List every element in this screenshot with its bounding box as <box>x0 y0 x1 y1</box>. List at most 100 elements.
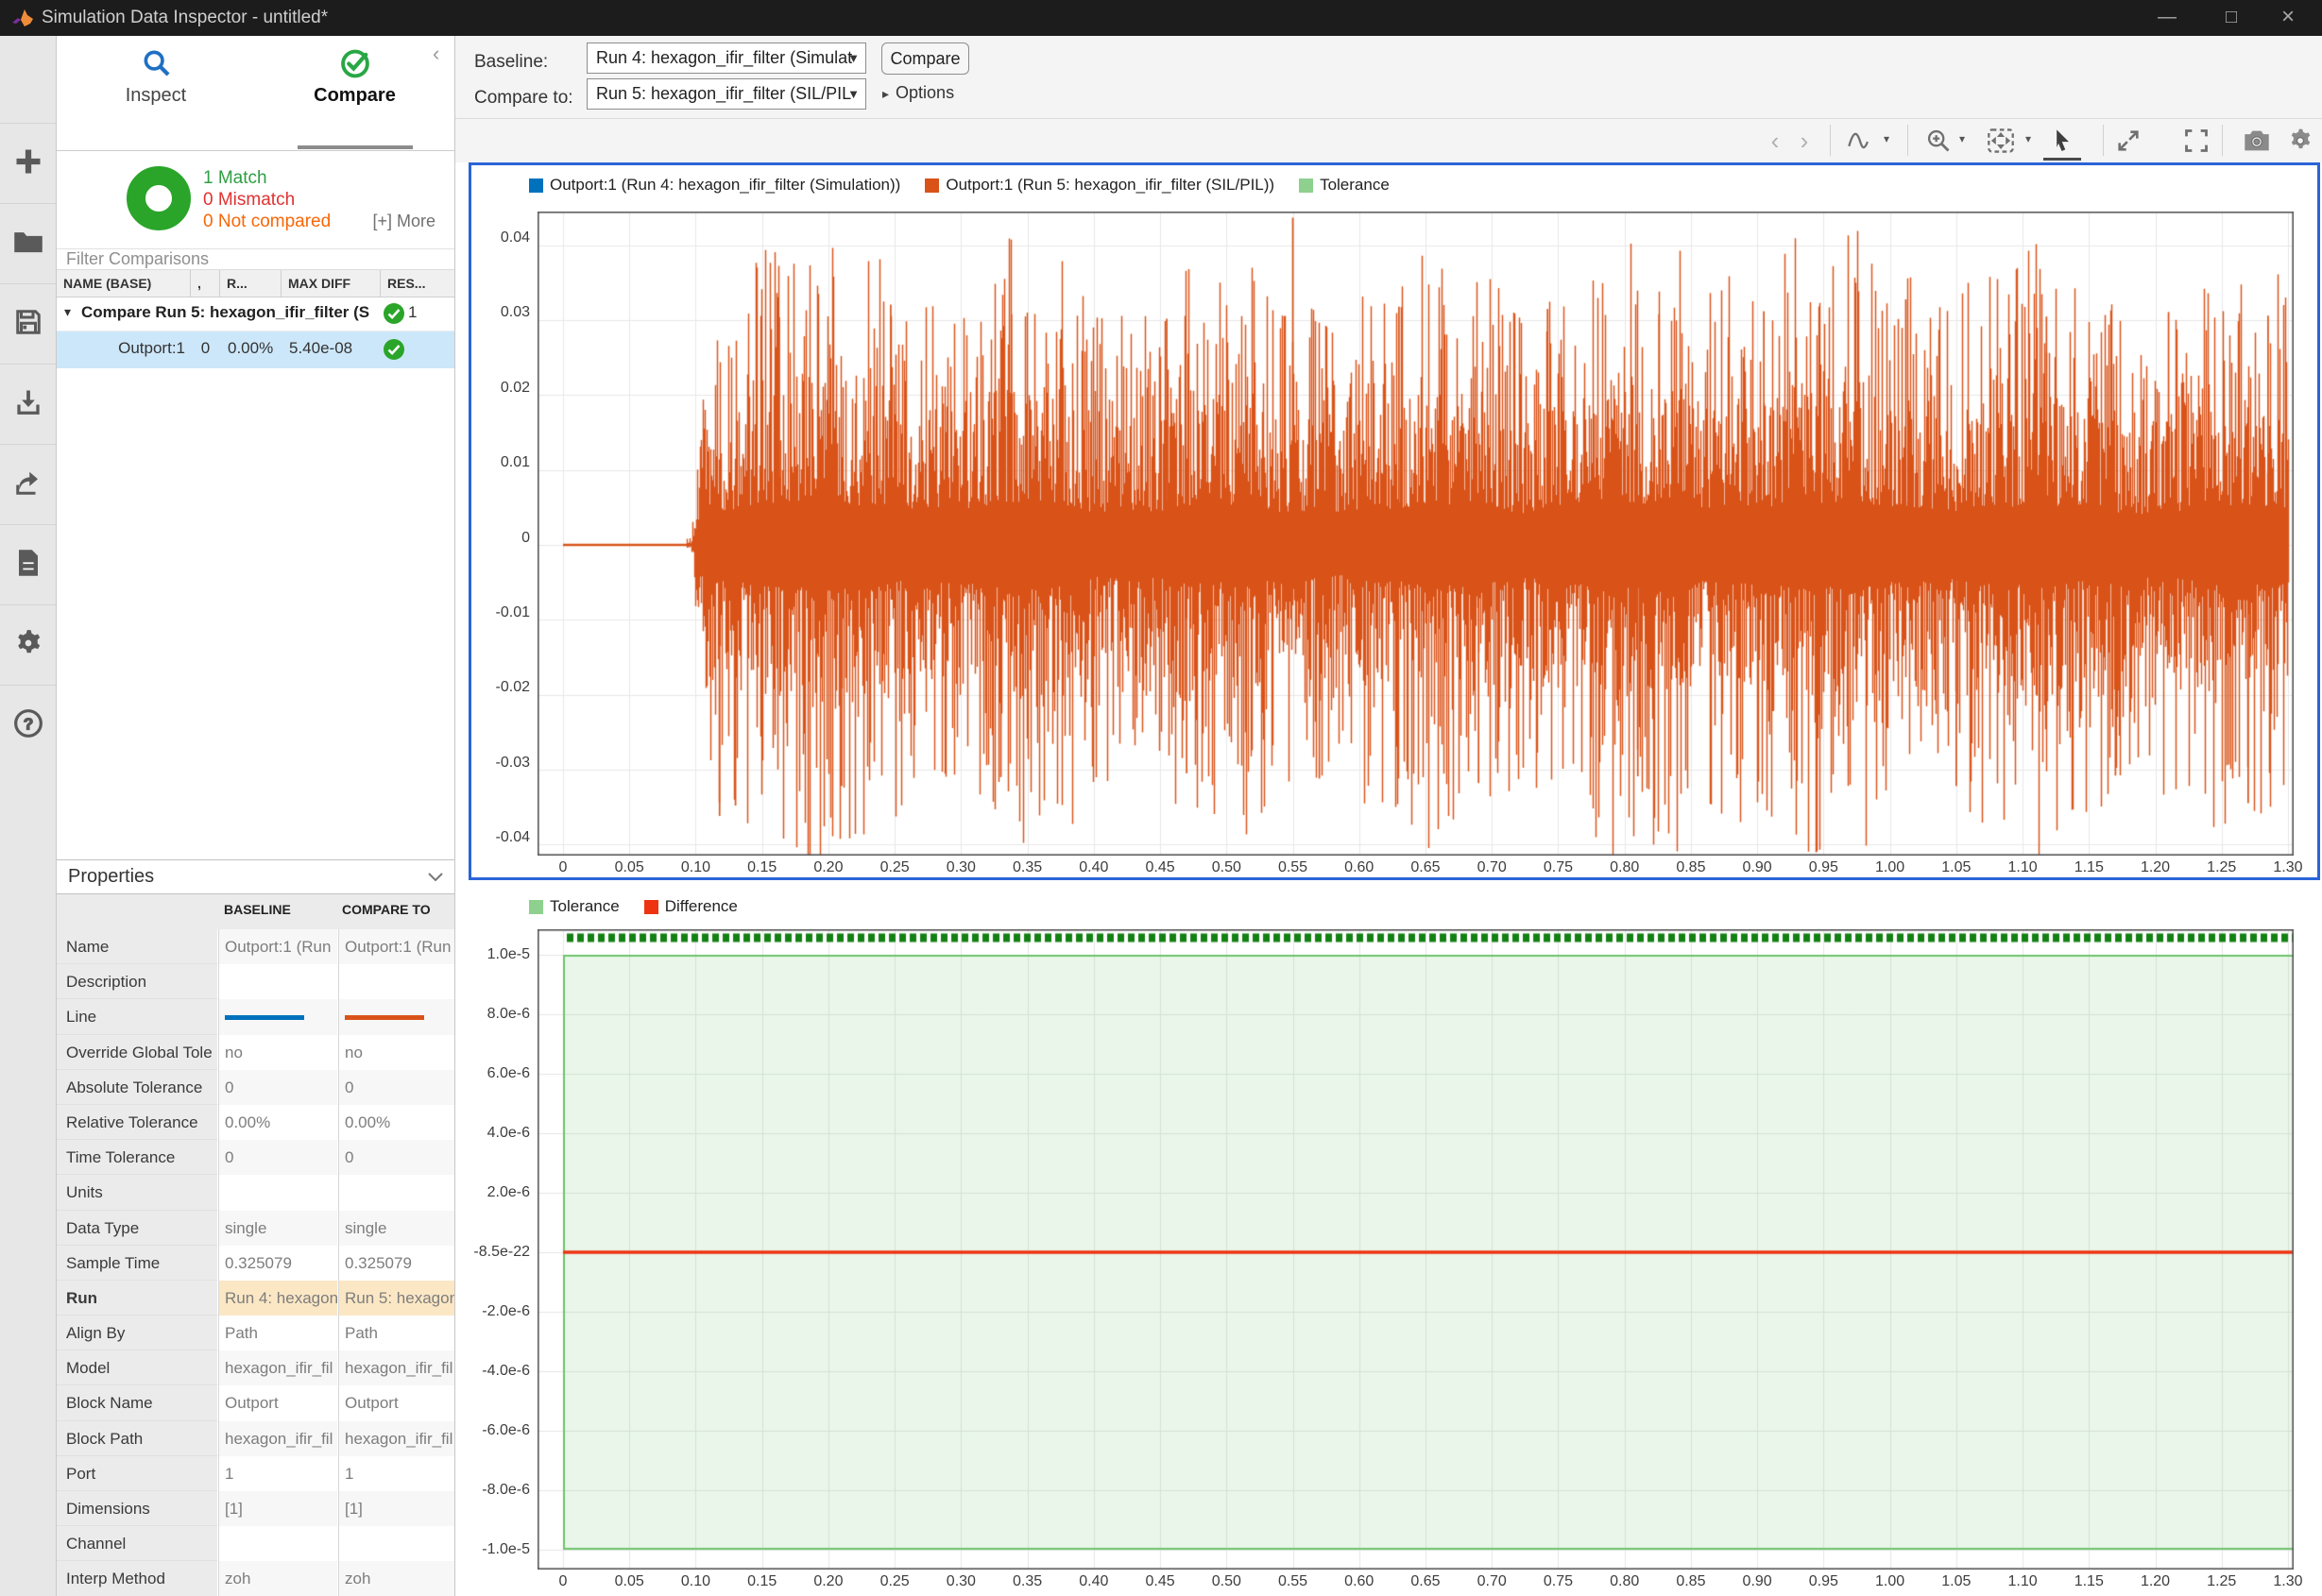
sidebar-add-button[interactable] <box>0 123 56 204</box>
cursor-select-icon[interactable] <box>2046 125 2078 157</box>
property-row-description[interactable]: Description <box>57 964 454 999</box>
comparison-signal-plot[interactable] <box>538 212 2294 856</box>
comparison-group-row[interactable]: ▾ Compare Run 5: hexagon_ifir_filter (S … <box>57 297 454 331</box>
help-icon: ? <box>13 708 43 743</box>
match-check-icon <box>383 302 405 325</box>
col-rel-diff[interactable]: R... <box>220 270 282 297</box>
property-baseline-value: no <box>218 1035 337 1070</box>
baseline-dropdown[interactable]: Run 4: hexagon_ifir_filter (Simulat ▼ <box>587 42 866 74</box>
compare-line-swatch <box>345 1015 424 1020</box>
filter-comparisons-input[interactable]: Filter Comparisons <box>57 249 454 269</box>
next-arrow-icon[interactable]: › <box>1788 125 1820 157</box>
simulation-data-inspector-window: Simulation Data Inspector - untitled* — … <box>0 0 2322 1596</box>
chevron-down-icon[interactable] <box>427 872 444 883</box>
property-compare-value: 0 <box>338 1140 454 1175</box>
toolbar-separator <box>1830 125 1831 156</box>
group-row-count: 1 <box>408 303 417 322</box>
col-result[interactable]: RES... <box>381 270 454 297</box>
tab-inspect[interactable]: Inspect <box>57 36 255 114</box>
property-row-name[interactable]: NameOutport:1 (RunOutport:1 (Run <box>57 929 454 964</box>
property-row-channel[interactable]: Channel <box>57 1526 454 1561</box>
expand-axes-icon[interactable] <box>2112 125 2144 157</box>
property-row-line[interactable]: Line <box>57 999 454 1034</box>
property-compare-value <box>338 964 454 999</box>
close-button[interactable]: × <box>2262 0 2314 36</box>
gear-icon[interactable] <box>2284 125 2316 157</box>
maximize-button[interactable]: □ <box>2205 0 2258 36</box>
more-link[interactable]: [+] More <box>372 212 435 231</box>
property-row-block-path[interactable]: Block Pathhexagon_ifir_filhexagon_ifir_f… <box>57 1421 454 1456</box>
sidebar-toolbar: ? <box>0 36 57 1596</box>
compare-check-icon <box>338 45 372 79</box>
prev-arrow-icon[interactable]: ‹ <box>1759 125 1791 157</box>
settings-icon <box>13 628 43 663</box>
property-baseline-value: Outport <box>218 1385 337 1420</box>
signal-trace-icon[interactable] <box>1845 125 1877 157</box>
baseline-column-label: BASELINE <box>224 902 291 917</box>
property-row-relative-tolerance[interactable]: Relative Tolerance0.00%0.00% <box>57 1105 454 1140</box>
property-baseline-value: hexagon_ifir_fil <box>218 1421 337 1456</box>
property-label: Port <box>57 1456 217 1491</box>
caret-small-icon[interactable]: ▾ <box>2025 132 2031 145</box>
properties-section-header[interactable]: Properties <box>57 859 454 894</box>
bot-ylabels-tick: -1.0e-5 <box>426 1541 530 1558</box>
sidebar-save-button[interactable] <box>0 283 56 365</box>
property-row-interp-method[interactable]: Interp Methodzohzoh <box>57 1561 454 1596</box>
property-row-sample-time[interactable]: Sample Time0.3250790.325079 <box>57 1246 454 1281</box>
property-row-override-global-tole[interactable]: Override Global Tolenono <box>57 1035 454 1070</box>
tree-expand-icon[interactable]: ▾ <box>64 304 71 320</box>
minimize-button[interactable]: — <box>2141 0 2194 36</box>
fit-to-view-icon[interactable] <box>1985 125 2017 157</box>
report-icon <box>15 549 42 582</box>
fullscreen-icon[interactable] <box>2180 125 2212 157</box>
col-abs-diff[interactable]: , <box>191 270 220 297</box>
svg-text:?: ? <box>23 715 33 734</box>
property-row-port[interactable]: Port11 <box>57 1456 454 1491</box>
caret-down-icon: ▼ <box>847 79 860 109</box>
sidebar-open-folder-button[interactable] <box>0 203 56 284</box>
legend-item: Tolerance <box>1299 176 1390 195</box>
property-row-dimensions[interactable]: Dimensions[1][1] <box>57 1491 454 1526</box>
property-label: Block Path <box>57 1421 217 1456</box>
match-count: 1 Match <box>203 168 267 189</box>
legend-item: Tolerance <box>529 897 620 916</box>
property-row-block-name[interactable]: Block NameOutportOutport <box>57 1385 454 1420</box>
sidebar-report-button[interactable] <box>0 524 56 605</box>
add-icon <box>14 147 43 180</box>
col-max-diff[interactable]: MAX DIFF <box>282 270 381 297</box>
sidebar-settings-button[interactable] <box>0 604 56 686</box>
property-row-data-type[interactable]: Data Typesinglesingle <box>57 1211 454 1246</box>
compare-button[interactable]: Compare <box>881 42 969 75</box>
property-label: Run <box>57 1281 217 1316</box>
top-ylabels-tick: -0.01 <box>426 604 530 621</box>
property-baseline-value: zoh <box>218 1561 337 1596</box>
top-ylabels-tick: -0.04 <box>426 829 530 846</box>
tab-compare[interactable]: Compare <box>255 36 454 114</box>
options-expander[interactable]: ▸Options <box>882 83 954 103</box>
caret-small-icon[interactable]: ▾ <box>1959 132 1965 145</box>
property-row-align-by[interactable]: Align ByPathPath <box>57 1316 454 1350</box>
difference-plot[interactable] <box>538 929 2294 1570</box>
property-row-units[interactable]: Units <box>57 1175 454 1210</box>
legend-label: Tolerance <box>1320 176 1390 195</box>
comparison-signal-row-selected[interactable]: Outport:1 0 0.00% 5.40e-08 <box>57 331 454 368</box>
col-name-base[interactable]: NAME (BASE) <box>57 270 191 297</box>
property-row-model[interactable]: Modelhexagon_ifir_filhexagon_ifir_fil <box>57 1350 454 1385</box>
sidebar-export-button[interactable] <box>0 444 56 525</box>
property-row-absolute-tolerance[interactable]: Absolute Tolerance00 <box>57 1070 454 1105</box>
sidebar-import-button[interactable] <box>0 364 56 445</box>
zoom-in-icon[interactable] <box>1922 125 1955 157</box>
bot-ylabels-tick: 6.0e-6 <box>426 1065 530 1082</box>
snapshot-camera-icon[interactable] <box>2241 125 2273 157</box>
properties-table: NameOutport:1 (RunOutport:1 (RunDescript… <box>57 929 454 1596</box>
sidebar-help-button[interactable]: ? <box>0 685 56 766</box>
bot-ylabels-tick: 1.0e-5 <box>426 946 530 963</box>
property-row-time-tolerance[interactable]: Time Tolerance00 <box>57 1140 454 1175</box>
property-baseline-value: 0 <box>218 1140 337 1175</box>
property-row-run[interactable]: RunRun 4: hexagonRun 5: hexagon <box>57 1281 454 1316</box>
compare-to-dropdown[interactable]: Run 5: hexagon_ifir_filter (SIL/PIL ▼ <box>587 78 866 110</box>
bot-ylabels-tick: -4.0e-6 <box>426 1363 530 1380</box>
caret-small-icon[interactable]: ▾ <box>1884 132 1889 145</box>
collapse-panel-icon[interactable]: ‹ <box>433 42 439 66</box>
bot-ylabels-tick: -2.0e-6 <box>426 1303 530 1320</box>
